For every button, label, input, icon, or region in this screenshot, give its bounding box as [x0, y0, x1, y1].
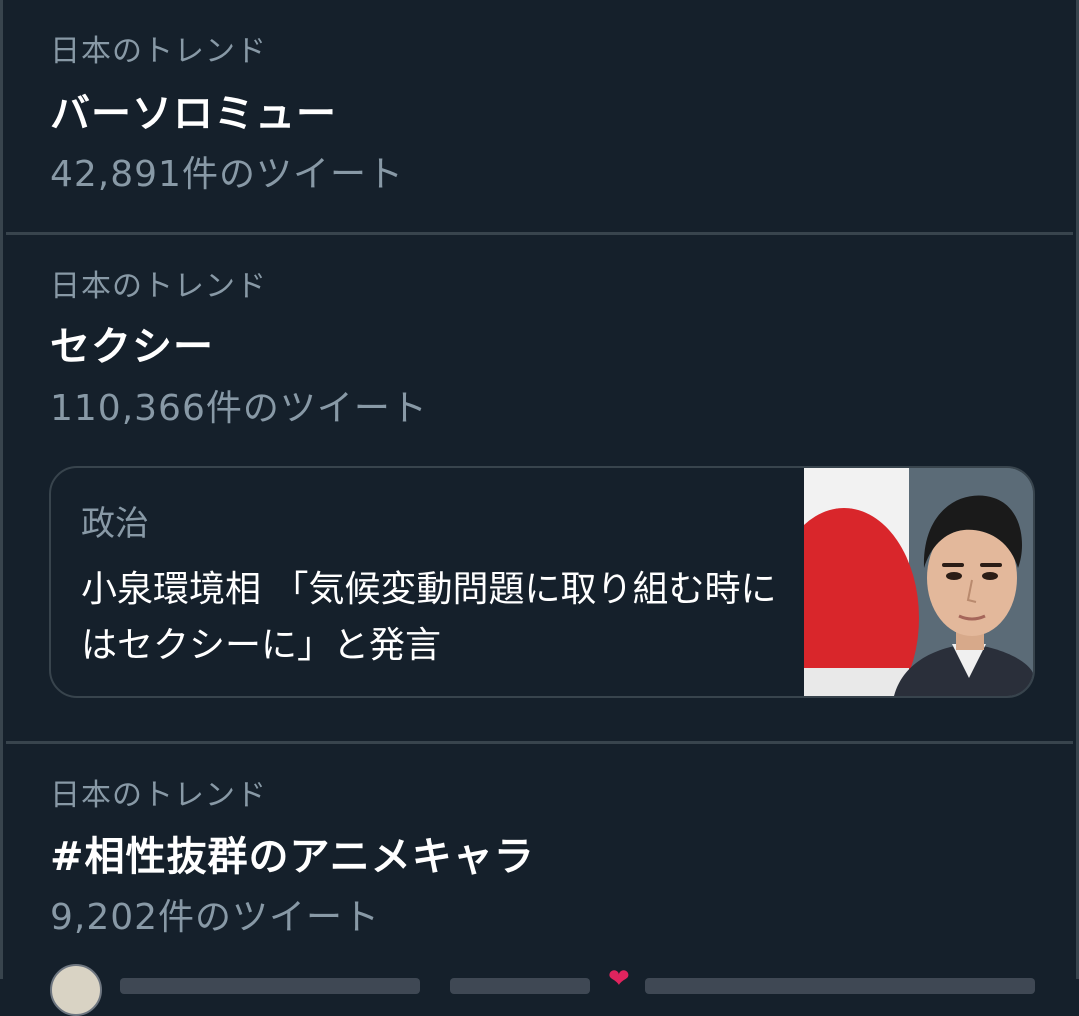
trend-tweet-count: 42,891件のツイート [50, 154, 404, 195]
news-thumbnail[interactable] [804, 468, 1033, 696]
related-tweet-preview[interactable]: ❤ [50, 964, 1050, 1016]
trend-tweet-count: 9,202件のツイート [50, 897, 381, 938]
trend-context: 日本のトレンド [50, 34, 267, 69]
trend-title[interactable]: バーソロミュー [50, 90, 337, 138]
trends-panel: 日本のトレンド バーソロミュー 42,891件のツイート 日本のトレンド セクシ… [0, 0, 1079, 1016]
trend-tweet-count: 110,366件のツイート [50, 388, 428, 429]
trend-item[interactable]: 日本のトレンド バーソロミュー 42,891件のツイート [6, 0, 1073, 232]
portrait-photo [804, 468, 1033, 696]
truncated-text [120, 978, 420, 994]
trend-item[interactable]: 日本のトレンド #相性抜群のアニメキャラ 9,202件のツイート ❤ [6, 744, 1073, 1016]
news-card[interactable]: 政治 小泉環境相 「気候変動問題に取り組む時にはセクシーに」と発言 [49, 466, 1035, 698]
trend-title[interactable]: セクシー [50, 323, 214, 371]
news-headline[interactable]: 小泉環境相 「気候変動問題に取り組む時にはセクシーに」と発言 [81, 562, 781, 674]
news-category: 政治 [81, 504, 149, 544]
truncated-text [450, 978, 590, 994]
truncated-text [645, 978, 1035, 994]
avatar[interactable] [50, 964, 102, 1016]
trend-context: 日本のトレンド [50, 269, 267, 304]
heart-icon: ❤ [608, 964, 630, 994]
trend-title[interactable]: #相性抜群のアニメキャラ [50, 833, 535, 881]
trend-item[interactable]: 日本のトレンド セクシー 110,366件のツイート 政治 小泉環境相 「気候変… [6, 235, 1073, 741]
trend-context: 日本のトレンド [50, 778, 267, 813]
